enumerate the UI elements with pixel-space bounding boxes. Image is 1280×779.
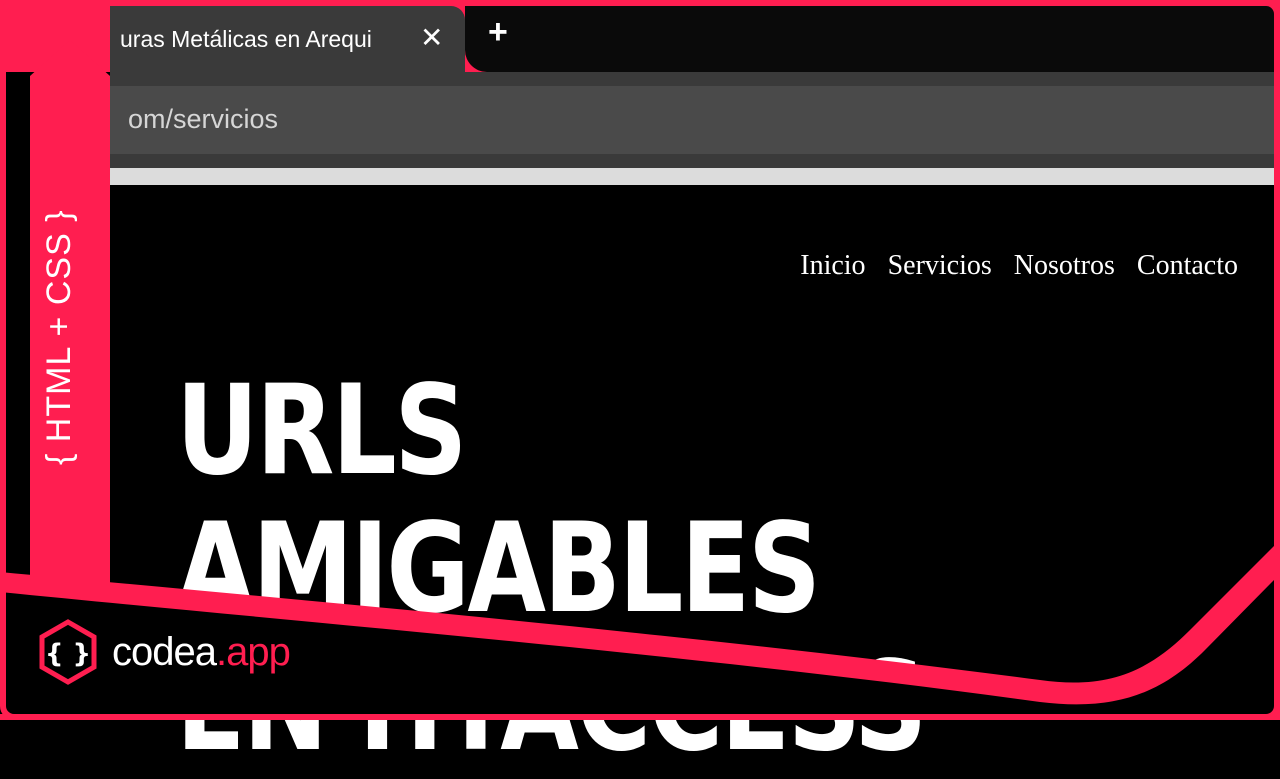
tab-strip-background [465, 6, 1274, 72]
site-nav: Inicio Servicios Nosotros Contacto [800, 250, 1238, 282]
hexagon-brackets-icon: { } [39, 619, 97, 685]
nav-link-nosotros[interactable]: Nosotros [1014, 250, 1115, 282]
nav-link-contacto[interactable]: Contacto [1137, 250, 1238, 282]
close-icon[interactable]: ✕ [420, 20, 443, 56]
nav-link-inicio[interactable]: Inicio [800, 250, 865, 282]
headline-line-2: EN HTACCESS [176, 635, 927, 779]
address-bar[interactable]: om/servicios [110, 86, 1274, 154]
category-badge-label: { HTML + CSS } [40, 209, 78, 465]
new-tab-icon[interactable]: + [488, 12, 508, 52]
browser-toolbar: om/servicios [110, 72, 1274, 168]
logo-name: codea [112, 629, 217, 674]
browser-tab[interactable]: uras Metálicas en Arequi ✕ [110, 6, 465, 72]
nav-link-servicios[interactable]: Servicios [888, 250, 992, 282]
logo-wordmark: codea.app [112, 629, 291, 675]
tab-title: uras Metálicas en Arequi [120, 26, 372, 52]
headline: URLS AMIGABLES EN HTACCESS [176, 362, 996, 776]
logo-suffix: .app [215, 629, 291, 674]
headline-line-1: URLS AMIGABLES [176, 359, 821, 641]
page-top-border [110, 168, 1274, 185]
brand-logo: { } codea.app [34, 618, 291, 686]
address-url: om/servicios [128, 104, 279, 134]
logo-brackets: { } [45, 639, 91, 669]
